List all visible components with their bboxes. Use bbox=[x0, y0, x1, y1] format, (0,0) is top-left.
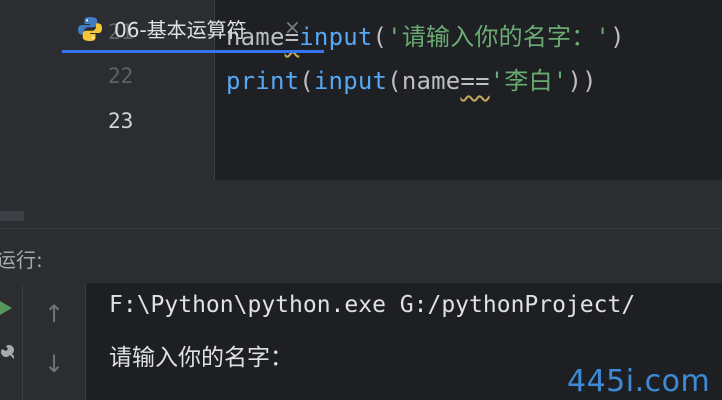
code-token-paren: ) bbox=[610, 23, 625, 51]
code-token-variable: name bbox=[401, 67, 461, 95]
wrench-icon[interactable] bbox=[0, 345, 14, 367]
run-tab-title: 06-基本运算符 bbox=[114, 18, 247, 42]
code-token-operator: == bbox=[460, 67, 490, 95]
code-token-paren: ( bbox=[387, 67, 402, 95]
down-arrow-icon[interactable]: ↓ bbox=[44, 350, 64, 378]
code-token-paren: ( bbox=[372, 23, 388, 51]
console-line: 请输入你的名字： bbox=[109, 345, 293, 371]
up-arrow-icon[interactable]: ↑ bbox=[44, 300, 64, 328]
code-token-string: '李白' bbox=[489, 67, 568, 95]
code-line[interactable]: print(input(name=='李白')) bbox=[226, 61, 597, 96]
code-token-paren: )) bbox=[567, 67, 597, 95]
run-tab-active-indicator bbox=[62, 50, 324, 53]
code-token-paren: ( bbox=[299, 67, 314, 95]
line-number: 22 bbox=[108, 64, 134, 88]
rerun-icon[interactable] bbox=[0, 297, 14, 319]
code-token-function: input bbox=[313, 67, 388, 95]
python-icon bbox=[78, 17, 102, 41]
console-line: F:\Python\python.exe G:/pythonProject/ bbox=[109, 292, 636, 318]
line-number-current: 23 bbox=[108, 109, 134, 133]
watermark: 445i.com bbox=[567, 364, 711, 399]
code-token-string: '请输入你的名字：' bbox=[387, 23, 611, 51]
code-token-function: print bbox=[226, 67, 300, 95]
left-stub bbox=[0, 185, 96, 229]
run-tool-window-header: 运行: bbox=[0, 228, 722, 283]
panel-separator bbox=[0, 180, 722, 228]
run-label: 运行: bbox=[0, 248, 43, 272]
close-icon[interactable]: × bbox=[284, 15, 301, 39]
